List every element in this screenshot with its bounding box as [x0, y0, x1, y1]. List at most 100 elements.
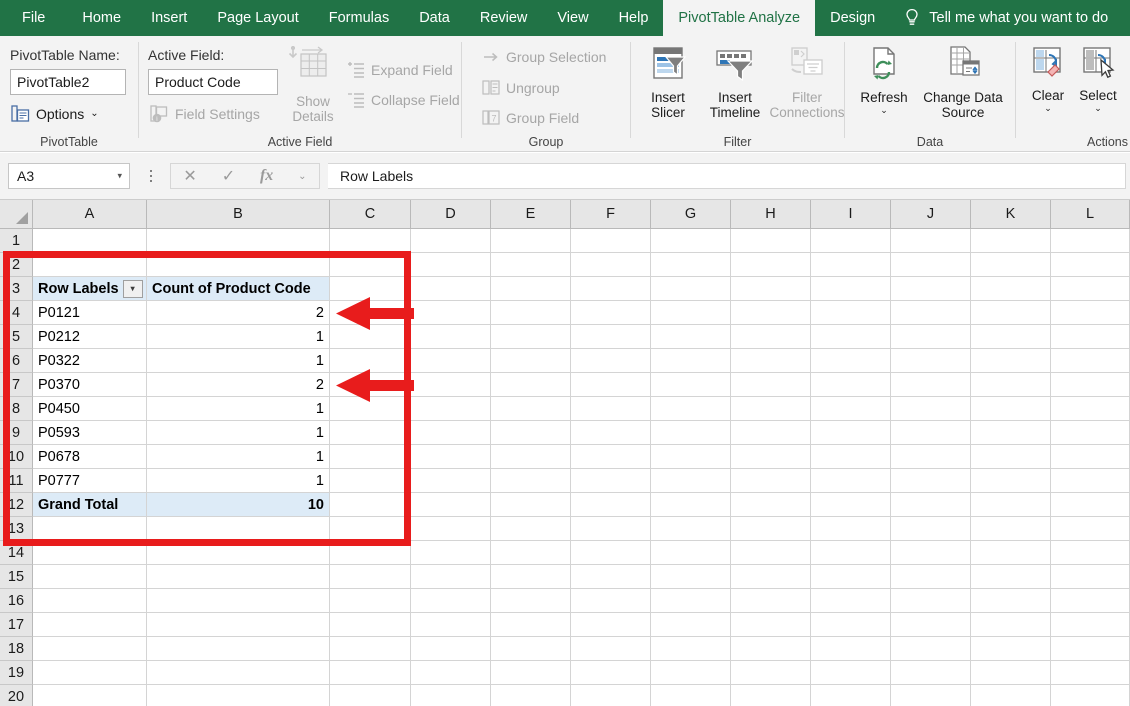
- select-all-corner[interactable]: [0, 200, 33, 229]
- clear-chevron-icon[interactable]: ⌄: [1044, 104, 1052, 113]
- cell-H2[interactable]: [731, 253, 811, 277]
- cell-G10[interactable]: [651, 445, 731, 469]
- cell-G17[interactable]: [651, 613, 731, 637]
- cell-G1[interactable]: [651, 229, 731, 253]
- cell-I20[interactable]: [811, 685, 891, 706]
- cell-J18[interactable]: [891, 637, 971, 661]
- cell-G11[interactable]: [651, 469, 731, 493]
- pivot-row-value-P0212[interactable]: 1: [147, 325, 330, 349]
- cell-L15[interactable]: [1051, 565, 1130, 589]
- pivot-row-label-P0678[interactable]: P0678: [33, 445, 147, 469]
- column-header-H[interactable]: H: [731, 200, 811, 229]
- cell-H11[interactable]: [731, 469, 811, 493]
- cell-E6[interactable]: [491, 349, 571, 373]
- row-header-19[interactable]: 19: [0, 661, 33, 685]
- refresh-chevron-icon[interactable]: ⌄: [880, 106, 888, 115]
- cell-I8[interactable]: [811, 397, 891, 421]
- cell-L6[interactable]: [1051, 349, 1130, 373]
- row-labels-filter-dropdown-icon[interactable]: ▾: [122, 279, 143, 298]
- cell-K16[interactable]: [971, 589, 1051, 613]
- cell-L7[interactable]: [1051, 373, 1130, 397]
- cell-B2[interactable]: [147, 253, 330, 277]
- pivot-row-value-P0121[interactable]: 2: [147, 301, 330, 325]
- cell-C12[interactable]: [330, 493, 411, 517]
- cell-F7[interactable]: [571, 373, 651, 397]
- column-header-B[interactable]: B: [147, 200, 330, 229]
- cell-C15[interactable]: [330, 565, 411, 589]
- column-header-G[interactable]: G: [651, 200, 731, 229]
- cell-E13[interactable]: [491, 517, 571, 541]
- name-box-chevron-icon[interactable]: ▾: [117, 171, 122, 182]
- cell-H9[interactable]: [731, 421, 811, 445]
- cell-E9[interactable]: [491, 421, 571, 445]
- cell-G3[interactable]: [651, 277, 731, 301]
- column-header-D[interactable]: D: [411, 200, 491, 229]
- cell-F14[interactable]: [571, 541, 651, 565]
- cell-L13[interactable]: [1051, 517, 1130, 541]
- name-box[interactable]: A3 ▾: [8, 163, 130, 189]
- cell-B13[interactable]: [147, 517, 330, 541]
- cell-E14[interactable]: [491, 541, 571, 565]
- cell-E12[interactable]: [491, 493, 571, 517]
- cell-K11[interactable]: [971, 469, 1051, 493]
- cell-I19[interactable]: [811, 661, 891, 685]
- cell-L8[interactable]: [1051, 397, 1130, 421]
- cell-E11[interactable]: [491, 469, 571, 493]
- cell-H8[interactable]: [731, 397, 811, 421]
- cell-H19[interactable]: [731, 661, 811, 685]
- cell-H17[interactable]: [731, 613, 811, 637]
- cell-E5[interactable]: [491, 325, 571, 349]
- cell-J17[interactable]: [891, 613, 971, 637]
- cell-D18[interactable]: [411, 637, 491, 661]
- cell-F18[interactable]: [571, 637, 651, 661]
- cell-H5[interactable]: [731, 325, 811, 349]
- cell-I11[interactable]: [811, 469, 891, 493]
- cell-E4[interactable]: [491, 301, 571, 325]
- cell-D2[interactable]: [411, 253, 491, 277]
- cell-D13[interactable]: [411, 517, 491, 541]
- column-header-A[interactable]: A: [33, 200, 147, 229]
- cell-E8[interactable]: [491, 397, 571, 421]
- cell-D17[interactable]: [411, 613, 491, 637]
- cell-I7[interactable]: [811, 373, 891, 397]
- cell-F6[interactable]: [571, 349, 651, 373]
- pivottable-name-input[interactable]: PivotTable2: [10, 69, 126, 95]
- tab-page-layout[interactable]: Page Layout: [202, 0, 313, 36]
- cell-A1[interactable]: [33, 229, 147, 253]
- cell-D8[interactable]: [411, 397, 491, 421]
- cell-I6[interactable]: [811, 349, 891, 373]
- row-header-4[interactable]: 4: [0, 301, 33, 325]
- insert-slicer-button[interactable]: Insert Slicer: [639, 44, 697, 120]
- cell-D16[interactable]: [411, 589, 491, 613]
- cell-K9[interactable]: [971, 421, 1051, 445]
- pivot-row-label-P0777[interactable]: P0777: [33, 469, 147, 493]
- insert-timeline-button[interactable]: Insert Timeline: [697, 44, 773, 120]
- pivot-grand-total-label[interactable]: Grand Total: [33, 493, 147, 517]
- cell-C10[interactable]: [330, 445, 411, 469]
- cell-I9[interactable]: [811, 421, 891, 445]
- cell-A14[interactable]: [33, 541, 147, 565]
- cell-J14[interactable]: [891, 541, 971, 565]
- pivot-row-label-P0370[interactable]: P0370: [33, 373, 147, 397]
- pivottable-options-button[interactable]: Options ⌄: [11, 104, 99, 123]
- cell-G9[interactable]: [651, 421, 731, 445]
- refresh-button[interactable]: Refresh ⌄: [851, 44, 917, 115]
- confirm-icon[interactable]: ✓: [222, 166, 235, 186]
- cell-K4[interactable]: [971, 301, 1051, 325]
- cell-L3[interactable]: [1051, 277, 1130, 301]
- cell-K12[interactable]: [971, 493, 1051, 517]
- cell-D1[interactable]: [411, 229, 491, 253]
- pivot-row-label-P0593[interactable]: P0593: [33, 421, 147, 445]
- cell-J9[interactable]: [891, 421, 971, 445]
- cell-D7[interactable]: [411, 373, 491, 397]
- cell-D15[interactable]: [411, 565, 491, 589]
- cell-G4[interactable]: [651, 301, 731, 325]
- cell-H3[interactable]: [731, 277, 811, 301]
- cell-A16[interactable]: [33, 589, 147, 613]
- cell-H7[interactable]: [731, 373, 811, 397]
- row-header-2[interactable]: 2: [0, 253, 33, 277]
- cell-J16[interactable]: [891, 589, 971, 613]
- cell-E7[interactable]: [491, 373, 571, 397]
- cell-H1[interactable]: [731, 229, 811, 253]
- cell-D12[interactable]: [411, 493, 491, 517]
